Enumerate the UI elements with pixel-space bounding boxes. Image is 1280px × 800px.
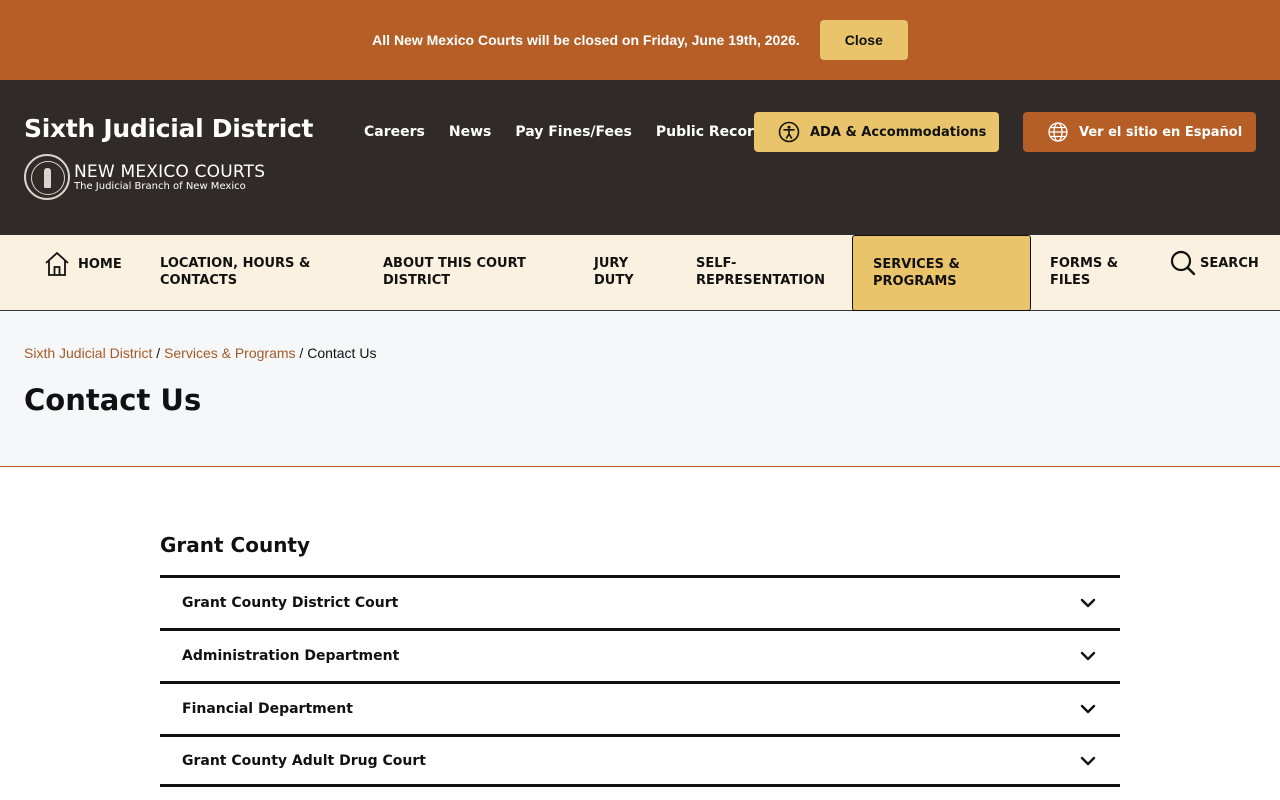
accordion-item[interactable]: Financial Department — [160, 681, 1120, 734]
nav-search-label: SEARCH — [1200, 255, 1259, 271]
accessibility-icon — [778, 121, 800, 143]
nm-courts-logo[interactable]: NEW MEXICO COURTS The Judicial Branch of… — [24, 154, 265, 200]
nav-jury-line1: JURY — [594, 256, 629, 271]
nav-about-line1: ABOUT THIS COURT — [383, 256, 526, 271]
nav-forms-files[interactable]: FORMS & FILES — [1050, 235, 1118, 311]
main-nav: HOME LOCATION, HOURS & CONTACTS ABOUT TH… — [0, 235, 1280, 311]
chevron-down-icon — [1080, 704, 1096, 714]
accordion-item-label: Financial Department — [182, 701, 353, 717]
breadcrumb: Sixth Judicial District / Services & Pro… — [24, 345, 376, 361]
logo-subtitle: The Judicial Branch of New Mexico — [74, 181, 246, 192]
utility-links: Careers News Pay Fines/Fees Public Recor… — [364, 124, 796, 140]
pay-fines-link[interactable]: Pay Fines/Fees — [515, 124, 632, 140]
nav-location-line1: LOCATION, HOURS & — [160, 256, 311, 271]
accordion-item-label: Grant County Adult Drug Court — [182, 752, 426, 769]
globe-icon — [1048, 122, 1068, 142]
ada-accommodations-button[interactable]: ADA & Accommodations — [754, 112, 999, 152]
search-icon — [1170, 250, 1196, 276]
accordion-item-label: Administration Department — [182, 648, 400, 664]
nav-services-programs[interactable]: SERVICES & PROGRAMS — [852, 235, 1031, 311]
nav-home[interactable]: HOME — [44, 235, 122, 293]
careers-link[interactable]: Careers — [364, 124, 425, 140]
nav-home-label: HOME — [78, 256, 122, 272]
breadcrumb-current: Contact Us — [307, 345, 377, 361]
accordion-item-label: Grant County District Court — [182, 595, 399, 611]
chevron-down-icon — [1080, 756, 1096, 765]
breadcrumb-services-link[interactable]: Services & Programs — [164, 345, 295, 361]
site-title[interactable]: Sixth Judicial District — [24, 114, 313, 143]
nav-forms-line1: FORMS & — [1050, 256, 1119, 271]
alert-banner: All New Mexico Courts will be closed on … — [0, 0, 1280, 80]
nav-location-line2: CONTACTS — [160, 273, 238, 288]
page-header: Sixth Judicial District / Services & Pro… — [0, 311, 1280, 467]
nav-jury-line2: DUTY — [594, 273, 634, 288]
court-seal-icon — [24, 154, 70, 200]
spanish-site-button[interactable]: Ver el sitio en Español — [1023, 112, 1256, 152]
accordion-item[interactable]: Grant County District Court — [160, 575, 1120, 628]
breadcrumb-separator: / — [156, 345, 165, 361]
page-title: Contact Us — [24, 383, 202, 417]
breadcrumb-home-link[interactable]: Sixth Judicial District — [24, 345, 152, 361]
nav-self-rep-line1: SELF- — [696, 256, 737, 271]
chevron-down-icon — [1080, 598, 1096, 608]
nav-jury-duty[interactable]: JURY DUTY — [594, 235, 634, 311]
ada-label: ADA & Accommodations — [810, 124, 987, 140]
alert-close-button[interactable]: Close — [819, 20, 908, 60]
home-icon — [45, 252, 69, 276]
nav-location-hours-contacts[interactable]: LOCATION, HOURS & CONTACTS — [160, 235, 310, 311]
news-link[interactable]: News — [449, 124, 491, 140]
nav-about-court[interactable]: ABOUT THIS COURT DISTRICT — [383, 235, 526, 311]
chevron-down-icon — [1080, 651, 1096, 661]
nav-self-representation[interactable]: SELF- REPRESENTATION — [696, 235, 825, 311]
nav-about-line2: DISTRICT — [383, 273, 451, 288]
alert-message: All New Mexico Courts will be closed on … — [372, 32, 800, 48]
nav-self-rep-line2: REPRESENTATION — [696, 273, 825, 288]
accordion-item[interactable]: Grant County Adult Drug Court — [160, 734, 1120, 787]
accordion-item[interactable]: Administration Department — [160, 628, 1120, 681]
logo-name: NEW MEXICO COURTS — [74, 162, 266, 182]
site-header: Sixth Judicial District NEW MEXICO COURT… — [0, 80, 1280, 235]
contact-accordion: Grant County District Court Administrati… — [160, 575, 1120, 787]
nav-search-button[interactable]: SEARCH — [1170, 235, 1259, 291]
nav-services-line1: SERVICES & — [873, 257, 960, 272]
nav-forms-line2: FILES — [1050, 273, 1091, 288]
section-title: Grant County — [160, 533, 311, 557]
nav-services-line2: PROGRAMS — [873, 274, 957, 289]
spanish-label: Ver el sitio en Español — [1079, 124, 1243, 140]
